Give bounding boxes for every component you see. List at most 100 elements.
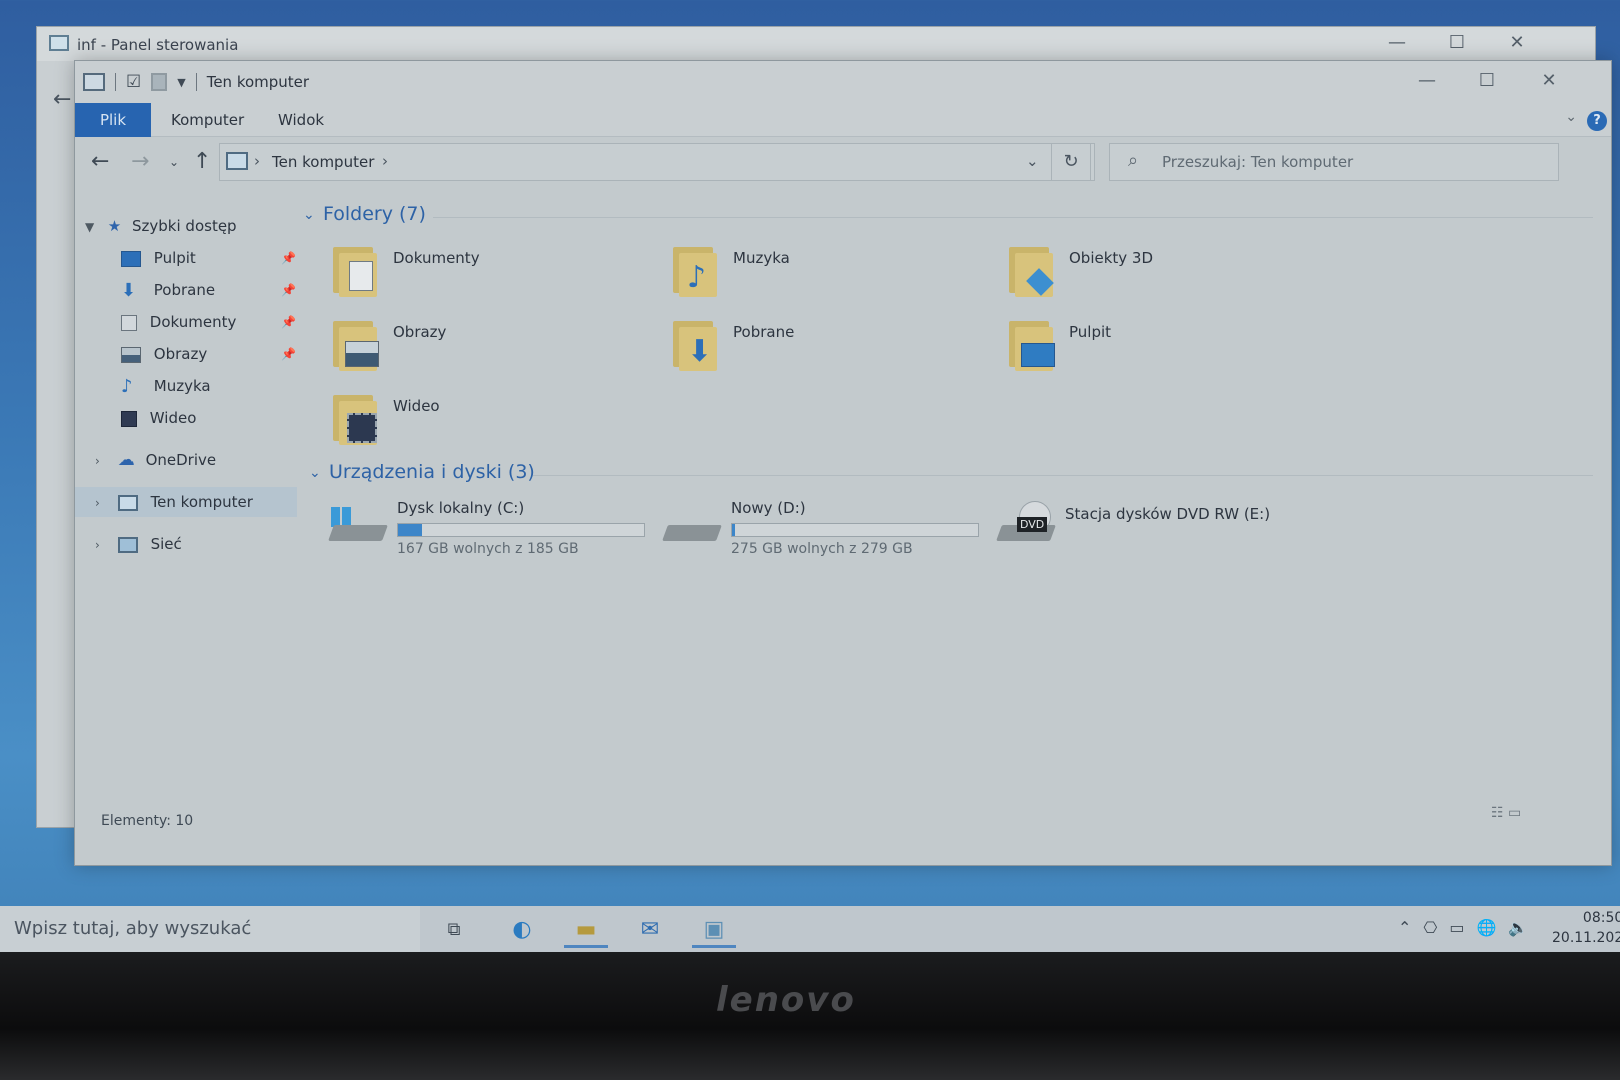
pictures-folder-icon (331, 317, 379, 371)
breadcrumb[interactable]: Ten komputer (272, 153, 374, 171)
edge-icon[interactable]: ◐ (500, 912, 544, 948)
refresh-icon[interactable]: ↻ (1051, 143, 1091, 181)
drive-label: Stacja dysków DVD RW (E:) (1065, 505, 1271, 523)
folder-label: Pulpit (1069, 323, 1112, 341)
drive-free-space: 275 GB wolnych z 279 GB (731, 541, 913, 557)
nav-onedrive[interactable]: › ☁ OneDrive (95, 445, 216, 475)
chevron-right-icon[interactable]: › (95, 530, 113, 560)
file-explorer-icon[interactable]: ▬ (564, 912, 608, 948)
folder-obrazy[interactable]: Obrazy (331, 317, 631, 381)
address-row: ← → ⌄ ↑ › Ten komputer › ⌄ ↻ ⌕ Przeszuka… (75, 141, 1611, 183)
folder-pulpit[interactable]: Pulpit (1007, 317, 1307, 381)
address-dropdown-icon[interactable]: ⌄ (1026, 152, 1039, 170)
nav-label: Ten komputer (150, 493, 253, 511)
minimize-icon[interactable]: — (1367, 27, 1427, 59)
laptop-bezel: lenovo (0, 952, 1620, 1080)
folder-wideo[interactable]: Wideo (331, 391, 631, 455)
pin-icon[interactable]: 📌 (281, 243, 296, 273)
tab-komputer[interactable]: Komputer (153, 103, 262, 137)
folder-label: Dokumenty (393, 249, 480, 267)
close-icon[interactable]: ✕ (1487, 27, 1547, 59)
view-details-icon[interactable]: ☷ ▭ (1491, 805, 1521, 821)
properties-checkbox-icon[interactable]: ☑ (126, 72, 141, 92)
nav-item-wideo[interactable]: Wideo (121, 403, 196, 433)
pin-icon[interactable]: 📌 (281, 307, 296, 337)
chevron-down-icon[interactable]: ⌄ (309, 465, 321, 481)
forward-arrow-icon[interactable]: → (131, 149, 149, 174)
nav-item-muzyka[interactable]: ♪ Muzyka (121, 371, 211, 401)
pin-icon[interactable]: 📌 (281, 339, 296, 369)
folder-muzyka[interactable]: ♪ Muzyka (671, 243, 971, 307)
folder-label: Pobrane (733, 323, 795, 341)
drive-usage-bar (731, 523, 979, 537)
search-icon: ⌕ (1128, 150, 1139, 171)
chevron-down-icon[interactable]: ▼ (177, 76, 185, 89)
clock-date: 20.11.202 (1552, 930, 1620, 946)
task-view-icon[interactable]: ⧉ (432, 912, 476, 948)
drive-free-space: 167 GB wolnych z 185 GB (397, 541, 579, 557)
ribbon-expand-icon[interactable]: ⌄ (1565, 109, 1577, 125)
tab-widok[interactable]: Widok (260, 103, 342, 137)
chevron-right-icon[interactable]: › (95, 446, 113, 476)
taskbar-search[interactable]: Wpisz tutaj, aby wyszukać (0, 906, 420, 952)
drive-usage-fill (732, 524, 736, 536)
search-input[interactable]: Przeszukaj: Ten komputer (1162, 153, 1353, 171)
chevron-down-icon[interactable]: ▼ (85, 212, 103, 242)
pin-icon[interactable]: 📌 (281, 275, 296, 305)
chevron-down-icon[interactable]: ⌄ (303, 207, 315, 223)
chevron-up-icon[interactable]: ⌃ (1398, 918, 1411, 937)
search-box[interactable]: ⌕ Przeszukaj: Ten komputer (1109, 143, 1559, 181)
nav-network[interactable]: › Sieć (95, 529, 182, 559)
clock[interactable]: 08:50 20.11.202 (1552, 908, 1620, 948)
dvd-badge: DVD (1017, 517, 1048, 532)
drive-c[interactable]: Dysk lokalny (C:) 167 GB wolnych z 185 G… (328, 493, 659, 563)
address-bar[interactable]: › Ten komputer › ⌄ (219, 143, 1095, 181)
devices-group-header[interactable]: ⌄ Urządzenia i dyski (3) (309, 461, 1609, 491)
drive-icon (662, 511, 722, 545)
meet-now-icon[interactable]: ⎔ (1423, 918, 1437, 937)
new-folder-icon[interactable] (151, 73, 168, 91)
drive-e-dvd[interactable]: DVD Stacja dysków DVD RW (E:) (996, 493, 1297, 563)
control-panel-titlebar[interactable]: inf - Panel sterowania — ☐ ✕ (37, 27, 1595, 61)
taskbar-search-input[interactable]: Wpisz tutaj, aby wyszukać (14, 918, 251, 939)
taskbar: Wpisz tutaj, aby wyszukać ⧉ ◐ ▬ ✉ ▣ ⌃ ⎔ … (0, 906, 1620, 952)
back-arrow-icon[interactable]: ← (53, 87, 71, 112)
volume-icon[interactable]: 🔈 (1508, 918, 1528, 937)
chevron-right-icon[interactable]: › (95, 488, 113, 518)
explorer-window: ☑ ▼ Ten komputer — ☐ ✕ Plik Komputer Wid… (74, 60, 1612, 866)
folder-obiekty-3d[interactable]: Obiekty 3D (1007, 243, 1307, 307)
drive-d[interactable]: Nowy (D:) 275 GB wolnych z 279 GB (662, 493, 993, 563)
help-icon[interactable]: ? (1587, 111, 1607, 131)
video-folder-icon (331, 391, 377, 445)
maximize-icon[interactable]: ☐ (1457, 65, 1517, 97)
up-arrow-icon[interactable]: ↑ (193, 149, 211, 174)
download-arrow-icon: ⬇ (121, 279, 137, 301)
nav-item-obrazy[interactable]: Obrazy 📌 (121, 339, 296, 369)
back-arrow-icon[interactable]: ← (91, 149, 109, 174)
nav-label: Dokumenty (149, 313, 237, 331)
nav-label: Szybki dostęp (132, 217, 237, 235)
control-panel-taskbar-icon[interactable]: ▣ (692, 912, 736, 948)
nav-item-dokumenty[interactable]: Dokumenty 📌 (121, 307, 296, 337)
battery-icon[interactable]: ▭ (1449, 918, 1464, 937)
folder-pobrane[interactable]: ⬇ Pobrane (671, 317, 971, 381)
group-title: Urządzenia i dyski (3) (329, 461, 535, 483)
minimize-icon[interactable]: — (1397, 65, 1457, 97)
explorer-titlebar[interactable]: ☑ ▼ Ten komputer — ☐ ✕ (75, 61, 1611, 103)
nav-item-pobrane[interactable]: ⬇ Pobrane 📌 (121, 275, 296, 305)
close-icon[interactable]: ✕ (1519, 65, 1579, 97)
clock-time: 08:50 (1582, 910, 1620, 926)
tab-plik[interactable]: Plik (75, 103, 151, 137)
network-globe-icon[interactable]: 🌐 (1477, 918, 1497, 937)
folder-label: Muzyka (733, 249, 790, 267)
nav-this-pc[interactable]: › Ten komputer (75, 487, 297, 517)
maximize-icon[interactable]: ☐ (1427, 27, 1487, 59)
mail-icon[interactable]: ✉ (628, 912, 672, 948)
breadcrumb-separator-icon[interactable]: › (382, 152, 388, 170)
folders-group-header[interactable]: ⌄ Foldery (7) (303, 203, 1603, 233)
nav-quick-access[interactable]: ▼ ★ Szybki dostęp (85, 211, 237, 241)
folder-dokumenty[interactable]: Dokumenty (331, 243, 631, 307)
nav-item-pulpit[interactable]: Pulpit 📌 (121, 243, 296, 273)
music-note-icon: ♪ (121, 375, 133, 397)
recent-locations-icon[interactable]: ⌄ (169, 155, 179, 169)
